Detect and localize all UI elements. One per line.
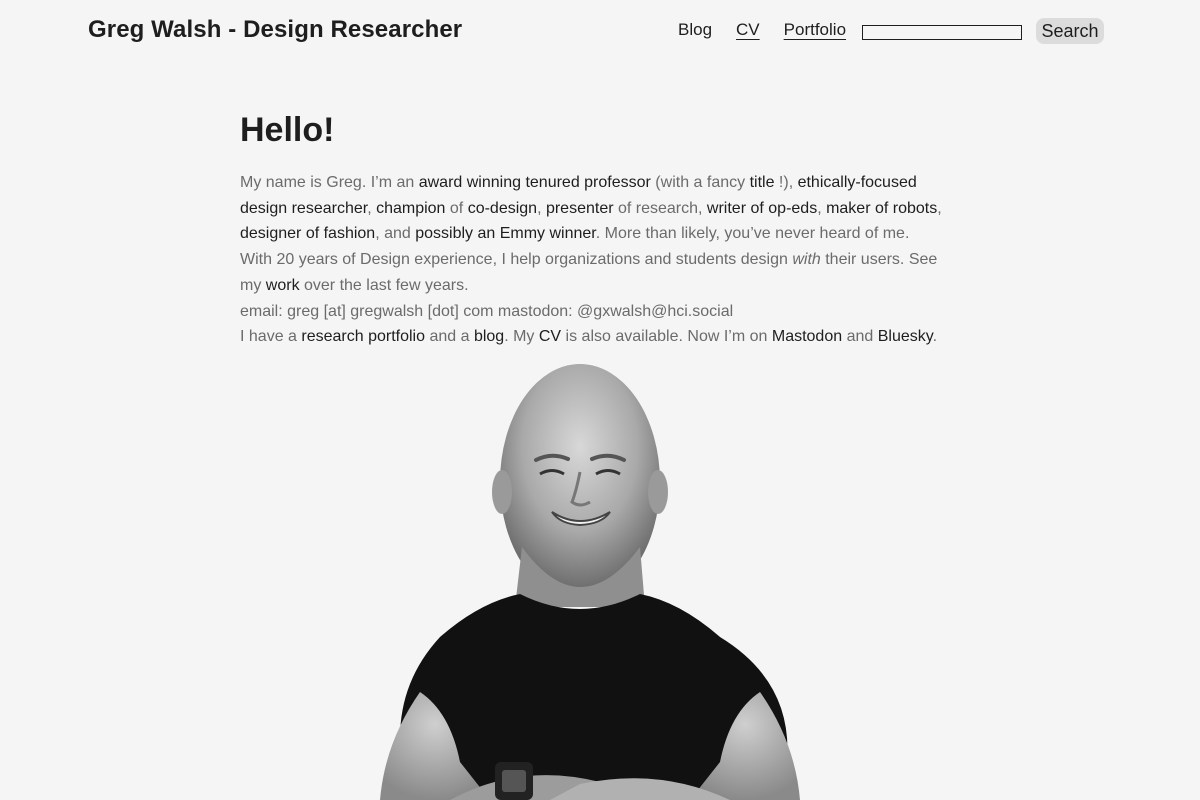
main-content: Hello! My name is Greg. I’m an award win…: [240, 108, 960, 350]
text-span: and a: [425, 328, 474, 346]
search-button[interactable]: Search: [1036, 18, 1104, 44]
search-input[interactable]: [862, 25, 1022, 40]
research-portfolio-link[interactable]: research portfolio: [301, 328, 425, 345]
emmy-link[interactable]: possibly an Emmy winner: [415, 225, 596, 242]
text-span: , and: [375, 225, 416, 243]
contact-paragraph: email: greg [at] gregwalsh [dot] com mas…: [240, 302, 734, 320]
text-span: (with a fancy: [650, 174, 750, 191]
text-span: . More than likely, you’ve never heard o…: [595, 225, 910, 243]
emphasis-with: with: [792, 251, 821, 269]
intro-text: My name is Greg. I’m an award winning te…: [240, 170, 945, 350]
champion-link[interactable]: champion: [376, 200, 445, 217]
nav-blog-link[interactable]: Blog: [678, 20, 712, 40]
experience-paragraph: With 20 years of Design experience, I he…: [240, 247, 945, 298]
text-span: is also available. Now I’m on: [561, 328, 772, 346]
links-paragraph: I have a research portfolio and a blog. …: [240, 324, 945, 350]
text-span: !),: [774, 174, 798, 191]
cv-link[interactable]: CV: [539, 328, 561, 345]
site-header: Greg Walsh - Design Researcher Blog CV P…: [0, 0, 1200, 60]
text-span: I have a: [240, 328, 302, 346]
page-title: Hello!: [240, 111, 335, 149]
text-span: over the last few years.: [299, 276, 469, 294]
presenter-link[interactable]: presenter: [546, 200, 614, 217]
intro-paragraph: My name is Greg. I’m an award winning te…: [240, 170, 945, 247]
nav-cv-link[interactable]: CV: [736, 20, 760, 40]
text-span: and: [842, 328, 878, 346]
text-span: ,: [937, 199, 942, 217]
award-link[interactable]: award winning tenured professor: [419, 174, 651, 191]
nav-portfolio-link[interactable]: Portfolio: [784, 20, 846, 40]
bluesky-link[interactable]: Bluesky: [878, 328, 933, 345]
text-span: of research,: [613, 199, 707, 217]
robots-link[interactable]: maker of robots: [826, 200, 937, 217]
co-design-link[interactable]: co-design: [468, 200, 537, 217]
text-span: My name is Greg. I’m an: [240, 174, 419, 191]
mastodon-link[interactable]: Mastodon: [772, 328, 842, 345]
title-link[interactable]: title: [750, 174, 775, 191]
text-span: ,: [817, 199, 827, 217]
work-link[interactable]: work: [266, 277, 300, 294]
blog-link[interactable]: blog: [474, 328, 504, 345]
text-span: .: [932, 328, 938, 346]
text-span: . My: [504, 328, 539, 346]
text-span: With 20 years of Design experience, I he…: [240, 251, 793, 269]
text-span: ,: [537, 199, 546, 217]
op-eds-link[interactable]: writer of op-eds: [707, 200, 817, 217]
fashion-link[interactable]: designer of fashion: [240, 225, 375, 242]
site-title[interactable]: Greg Walsh - Design Researcher: [88, 16, 462, 44]
portrait-photo: [380, 364, 800, 800]
text-span: ,: [367, 199, 377, 217]
text-span: of: [445, 199, 468, 217]
main-nav: Blog CV Portfolio: [678, 20, 846, 40]
